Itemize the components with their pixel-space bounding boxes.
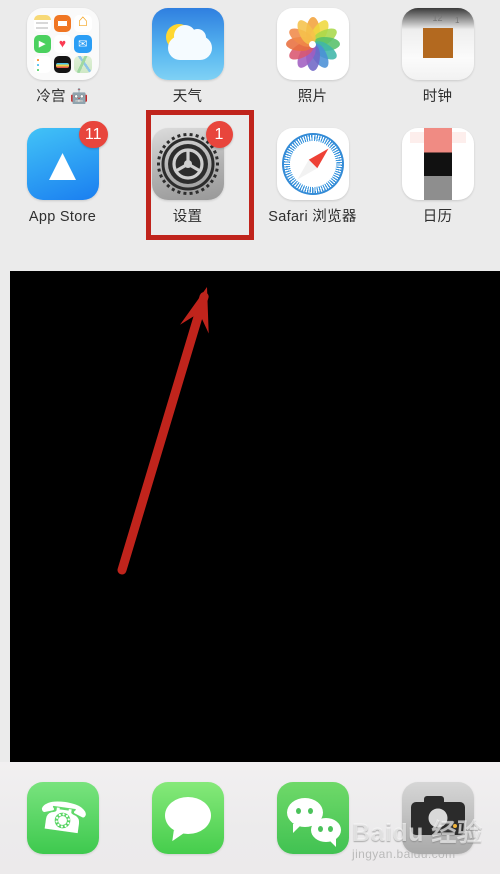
calendar-icon[interactable] [401,128,474,200]
app-cell-calendar[interactable]: 日历 [375,128,500,225]
camera-icon[interactable] [401,782,474,854]
badge-settings: 1 [205,121,233,148]
app-cell-app-store[interactable]: ▲ 11 App Store [0,121,125,225]
folder-icon-wrap[interactable] [26,8,99,80]
facetime-icon [33,35,51,53]
calendar-partial-strip [423,128,452,200]
weather-icon-wrap[interactable] [151,8,224,80]
camera-indicator-dot [452,824,457,828]
app-label-app-store: App Store [28,209,97,225]
app-store-glyph: ▲ [39,138,86,190]
app-icon-grid: 冷宫 🤖 天气 照片 [0,0,500,271]
speech-bubble-shape [164,797,211,834]
phone-handset-glyph: ☎ [34,792,91,844]
app-cell-weather[interactable]: 天气 [125,8,250,105]
app-row-1: 冷宫 🤖 天气 照片 [0,8,500,105]
clock-placeholder-square [422,28,453,58]
settings-icon-wrap[interactable]: 1 [151,121,233,200]
wallet-icon [53,55,72,73]
reminders-icon [33,55,51,73]
dock-bar: ☎ [0,762,500,874]
app-label-photos: 照片 [297,89,328,105]
app-label-weather: 天气 [172,89,203,105]
health-icon [53,35,72,53]
dock-cell-camera[interactable] [375,782,500,854]
safari-compass-icon[interactable] [276,128,349,200]
dock-cell-messages[interactable] [125,782,250,854]
app-row-2: ▲ 11 App Store 1 设置 Safari 浏览器 日历 [0,121,500,225]
phone-home-screen: 冷宫 🤖 天气 照片 [0,0,500,874]
wechat-icon[interactable] [276,782,349,854]
clock-numeral-12: 12 [432,13,443,23]
app-cell-safari[interactable]: Safari 浏览器 [250,128,375,225]
dock-cell-phone[interactable]: ☎ [0,782,125,854]
speech-bubble-tail [171,830,186,843]
app-store-icon-wrap[interactable]: ▲ 11 [26,121,108,200]
wechat-eye-4 [327,826,333,832]
calendar-icon-wrap[interactable] [401,128,474,200]
messages-icon[interactable] [151,782,224,854]
photos-icon[interactable] [276,8,349,80]
phone-icon[interactable]: ☎ [26,782,99,854]
clock-numeral-1: 1 [455,16,460,25]
app-cell-settings[interactable]: 1 设置 [125,121,250,225]
app-label-safari: Safari 浏览器 [268,209,357,225]
dock-row: ☎ [0,782,500,854]
cloud-shape [167,25,212,60]
notes-icon [33,15,51,33]
wechat-bubble-small [310,818,341,847]
app-label-calendar: 日历 [422,209,453,225]
folder-icon[interactable] [26,8,99,80]
wechat-eye-1 [295,808,301,814]
app-label-settings: 设置 [172,209,203,225]
books-icon [53,15,72,33]
wechat-eye-3 [317,826,323,832]
app-cell-clock[interactable]: 12 1 时钟 [375,8,500,105]
clock-icon[interactable]: 12 1 [401,8,474,80]
app-cell-folder[interactable]: 冷宫 🤖 [0,8,125,105]
wechat-eye-2 [307,808,313,814]
photos-icon-wrap[interactable] [276,8,349,80]
pinwheel-core [309,40,316,48]
dock-cell-wechat[interactable] [250,782,375,854]
mail-icon [74,35,92,53]
app-label-clock: 时钟 [422,89,453,105]
black-content-area [10,271,500,762]
maps-icon [74,55,92,73]
badge-app-store: 11 [78,121,108,148]
home-icon [74,15,92,33]
app-label-folder: 冷宫 🤖 [36,89,89,105]
safari-icon-wrap[interactable] [276,128,349,200]
clock-icon-wrap[interactable]: 12 1 [401,8,474,80]
weather-icon[interactable] [151,8,224,80]
camera-lens [428,808,447,828]
app-cell-photos[interactable]: 照片 [250,8,375,105]
